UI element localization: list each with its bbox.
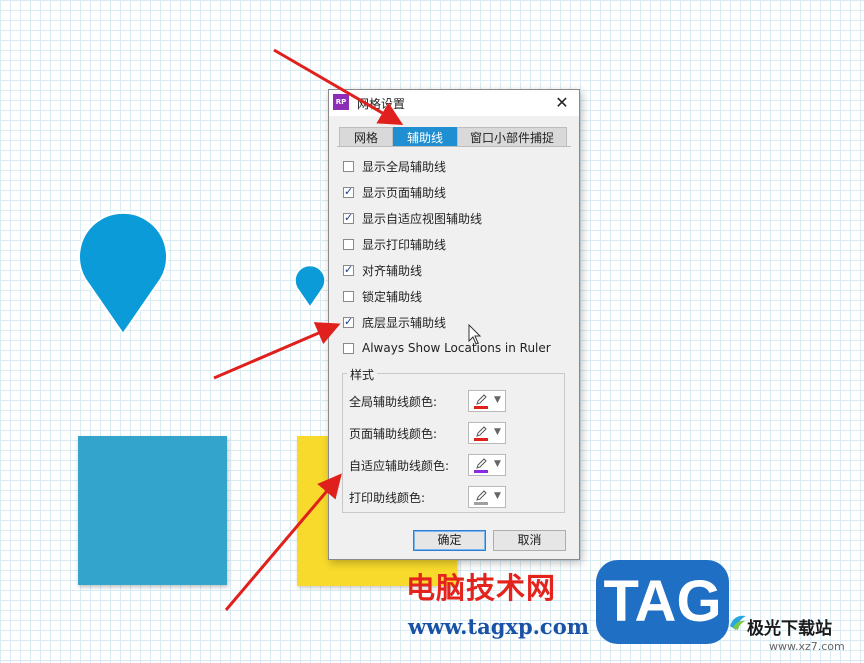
arrow-to-color-settings — [224, 473, 342, 611]
site-name: 极光下载站 — [747, 619, 832, 639]
aurora-logo-icon — [730, 615, 746, 630]
arrow-to-bottom-guides-checkbox — [213, 322, 341, 380]
arrow-to-guides-tab — [273, 48, 404, 126]
watermark-chinese-text: 电脑技术网 — [406, 571, 557, 605]
site-url: www.xz7.com — [769, 640, 845, 653]
tag-logo-badge: TAG — [596, 560, 729, 644]
watermark-url: www.tagxp.com — [408, 614, 589, 639]
annotation-arrows — [213, 48, 404, 611]
